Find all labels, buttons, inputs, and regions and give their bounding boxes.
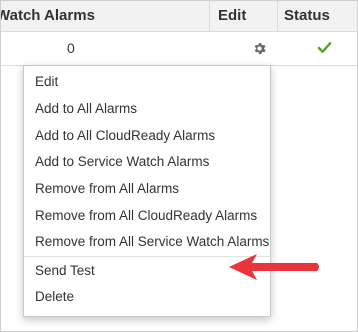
menu-item-remove-from-all-alarms[interactable]: Remove from All Alarms [24,176,270,202]
menu-item-add-to-service-watch-alarms[interactable]: Add to Service Watch Alarms [24,149,270,175]
menu-item-add-to-all-alarms[interactable]: Add to All Alarms [24,96,270,122]
column-header-edit[interactable]: Edit [218,1,246,31]
gear-icon[interactable] [252,41,267,56]
watch-alarms-count: 0 [67,40,75,56]
menu-item-edit[interactable]: Edit [24,69,270,95]
table-header: Watch Alarms Edit Status [1,1,357,32]
column-header-watch-alarms[interactable]: Watch Alarms [1,1,95,31]
menu-item-delete[interactable]: Delete [24,284,270,310]
column-header-status[interactable]: Status [284,1,330,31]
menu-item-add-to-all-cloudready-alarms[interactable]: Add to All CloudReady Alarms [24,123,270,149]
alarms-table-panel: Watch Alarms Edit Status 0 Edit Add to A… [0,0,358,332]
checkmark-icon [317,40,332,55]
table-row: 0 [1,32,357,66]
red-arrow-icon [229,254,319,280]
menu-item-remove-from-all-cloudready-alarms[interactable]: Remove from All CloudReady Alarms [24,203,270,229]
